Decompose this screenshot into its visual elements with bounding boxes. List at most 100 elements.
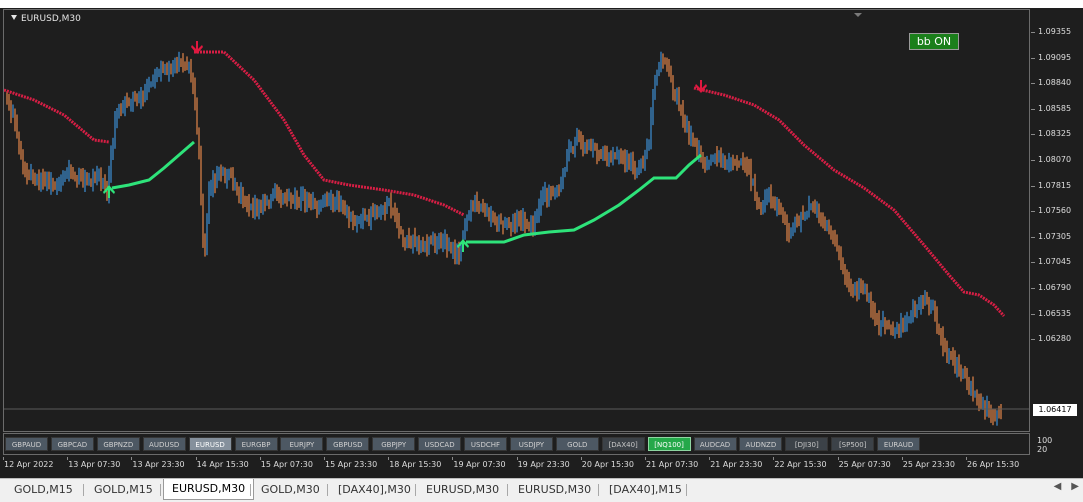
symbol-button-audusd[interactable]: AUDUSD <box>142 437 186 451</box>
time-axis-label: 13 Apr 23:30 <box>132 460 185 469</box>
price-axis-tick <box>1031 262 1035 264</box>
price-axis-tick <box>1031 57 1035 59</box>
lower-band-line <box>466 153 702 244</box>
time-axis-label: 12 Apr 2022 <box>4 460 54 469</box>
tab-separator <box>250 484 251 496</box>
sell-arrow-icon <box>695 80 707 93</box>
tab-separator <box>327 484 328 496</box>
symbol-button-eurjpy[interactable]: EURJPY <box>280 437 324 451</box>
symbol-button-euraud[interactable]: EURAUD <box>877 437 921 451</box>
tab-scroll-left-icon[interactable]: ◀ <box>1054 481 1062 492</box>
time-axis[interactable]: 12 Apr 2022 13 Apr 07:30 13 Apr 23:30 14 Ap… <box>0 457 1083 477</box>
top-strip <box>0 0 1083 8</box>
price-axis-label: 1.06280 <box>1038 334 1072 344</box>
tab-separator <box>83 484 84 496</box>
symbol-button-eurusd[interactable]: EURUSD <box>188 437 232 451</box>
price-axis[interactable]: 1.09355 1.09095 1.08840 1.08585 1.08325 1.080… <box>1031 8 1083 432</box>
price-axis-label: 1.07305 <box>1038 231 1072 241</box>
chart-tab[interactable]: GOLD,M15 <box>86 481 161 499</box>
price-axis-tick <box>1031 211 1035 213</box>
chart-window: EURUSD,M30 bb ON 1.09355 1.09095 1.08840 1.… <box>0 8 1083 478</box>
time-axis-label: 18 Apr 15:30 <box>389 460 442 469</box>
chart-tab[interactable]: GOLD,M15 <box>6 481 81 499</box>
chart-tab[interactable]: [DAX40],M30 <box>330 481 419 499</box>
tab-separator <box>507 484 508 496</box>
time-axis-label: 19 Apr 07:30 <box>453 460 506 469</box>
price-axis-label: 1.07815 <box>1038 180 1072 190</box>
price-axis-label: 1.08840 <box>1038 78 1072 88</box>
time-axis-label: 15 Apr 23:30 <box>325 460 378 469</box>
time-axis-label: 21 Apr 23:30 <box>710 460 763 469</box>
symbol-button-nq100[interactable]: [NQ100] <box>647 437 691 451</box>
price-axis-tick <box>1031 185 1035 187</box>
time-axis-label: 26 Apr 15:30 <box>967 460 1020 469</box>
price-axis-tick <box>1031 313 1035 315</box>
price-axis-label: 1.08585 <box>1038 103 1072 113</box>
subwindow-scale-max: 100 <box>1037 436 1053 445</box>
chart-title-text: EURUSD,M30 <box>21 14 81 24</box>
tab-separator <box>415 484 416 496</box>
time-axis-label: 14 Apr 15:30 <box>196 460 249 469</box>
symbol-button-audcad[interactable]: AUDCAD <box>693 437 737 451</box>
price-chart-canvas <box>4 13 1029 426</box>
price-axis-label: 1.07045 <box>1038 257 1072 267</box>
chart-tab[interactable]: EURUSD,M30 <box>163 479 255 500</box>
subwindow-scale-min: 20 <box>1037 445 1048 454</box>
tab-scroll-controls: ◀ ▶ <box>1044 481 1079 492</box>
symbol-button-sp500[interactable]: [SP500] <box>831 437 875 451</box>
symbol-button-usdcad[interactable]: USDCAD <box>418 437 462 451</box>
tab-scroll-right-icon[interactable]: ▶ <box>1071 481 1079 492</box>
symbol-button-gbpnzd[interactable]: GBPNZD <box>96 437 140 451</box>
chart-tab[interactable]: GOLD,M30 <box>253 481 328 499</box>
price-axis-label: 1.07560 <box>1038 206 1072 216</box>
chart-title: EURUSD,M30 <box>11 14 81 24</box>
bb-toggle-button[interactable]: bb ON <box>909 33 959 50</box>
symbol-button-usdchf[interactable]: USDCHF <box>464 437 507 451</box>
tab-separator <box>160 484 161 496</box>
time-axis-label: 22 Apr 15:30 <box>774 460 827 469</box>
price-axis-tick <box>1031 32 1035 33</box>
symbol-button-gbpusd[interactable]: GBPUSD <box>326 437 370 451</box>
symbol-button-eurgbp[interactable]: EURGBP <box>234 437 278 451</box>
price-axis-tick <box>1031 288 1035 289</box>
price-chart-area[interactable]: EURUSD,M30 bb ON <box>3 9 1030 432</box>
symbol-button-audnzd[interactable]: AUDNZD <box>739 437 783 451</box>
chart-tab[interactable]: [DAX40],M15 <box>601 481 690 499</box>
lower-band-line <box>111 140 195 190</box>
time-axis-label: 25 Apr 23:30 <box>902 460 955 469</box>
symbol-button-gbpcad[interactable]: GBPCAD <box>50 437 94 451</box>
upper-band-line <box>4 88 110 144</box>
time-axis-label: 25 Apr 07:30 <box>838 460 891 469</box>
price-axis-tick <box>1031 160 1035 161</box>
time-axis-label: 13 Apr 07:30 <box>68 460 121 469</box>
symbol-button-gold[interactable]: GOLD <box>555 437 599 451</box>
price-axis-label: 1.06535 <box>1038 308 1072 318</box>
symbol-button-gbpjpy[interactable]: GBPJPY <box>372 437 416 451</box>
symbol-button-panel: GBPAUD GBPCAD GBPNZD AUDUSD EURUSD EURGBP EURJ… <box>3 433 1030 455</box>
time-axis-label: 19 Apr 23:30 <box>517 460 570 469</box>
price-axis-label: 1.08325 <box>1038 129 1072 139</box>
time-axis-label: 15 Apr 07:30 <box>260 460 313 469</box>
chart-tab[interactable]: EURUSD,M30 <box>510 481 599 499</box>
current-price-tag: 1.06417 <box>1033 404 1077 416</box>
symbol-button-gbpaud[interactable]: GBPAUD <box>5 437 48 451</box>
price-axis-tick <box>1031 108 1035 110</box>
price-axis-label: 1.09095 <box>1038 52 1072 62</box>
time-axis-label: 20 Apr 15:30 <box>581 460 634 469</box>
price-axis-label: 1.09355 <box>1038 27 1072 36</box>
symbol-button-dji30[interactable]: [DJI30] <box>785 437 829 451</box>
tab-separator <box>598 484 599 496</box>
time-axis-label: 21 Apr 07:30 <box>646 460 699 469</box>
price-axis-label: 1.06790 <box>1038 283 1072 292</box>
symbol-button-dax40[interactable]: [DAX40] <box>601 437 645 451</box>
chart-tab-bar: ◀ ▶ GOLD,M15 GOLD,M15 EURUSD,M30 GOLD,M30 [DA… <box>0 478 1083 502</box>
price-axis-tick <box>1031 339 1035 341</box>
price-axis-tick <box>1031 134 1035 136</box>
price-axis-tick <box>1031 83 1035 85</box>
tab-separator <box>686 484 687 496</box>
collapse-triangle-icon[interactable] <box>11 15 17 20</box>
shift-marker-icon <box>854 13 862 17</box>
price-axis-label: 1.08070 <box>1038 155 1072 164</box>
chart-tab[interactable]: EURUSD,M30 <box>418 481 507 499</box>
symbol-button-usdjpy[interactable]: USDJPY <box>509 437 553 451</box>
